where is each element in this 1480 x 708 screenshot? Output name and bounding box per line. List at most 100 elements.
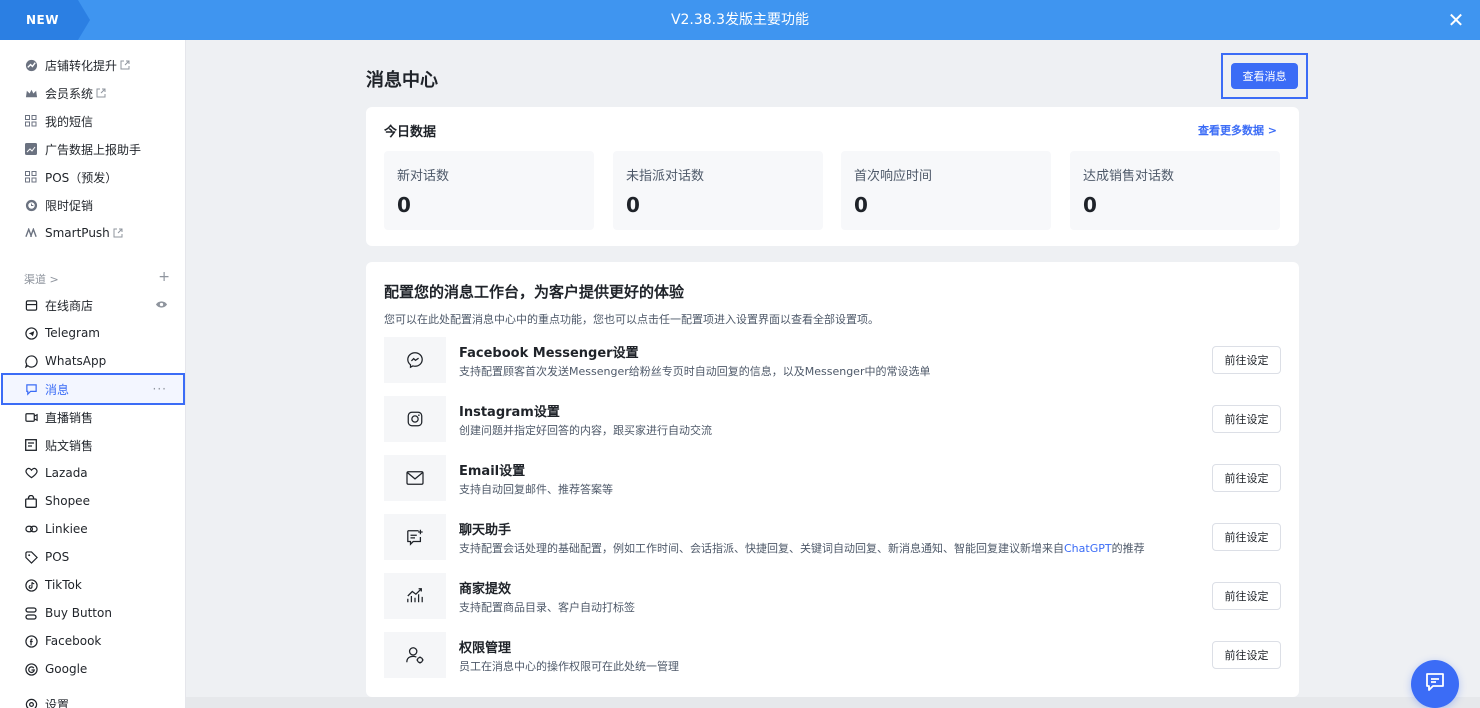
grid-icon — [24, 114, 38, 128]
sidebar-item-label: SmartPush — [45, 226, 110, 240]
sidebar-item-store-conversion[interactable]: 店铺转化提升 — [0, 51, 185, 79]
stat-new-conversations[interactable]: 新对话数 0 — [384, 151, 594, 230]
buy-button-icon — [24, 606, 38, 620]
config-item-desc: 支持配置商品目录、客户自动打标签 — [459, 601, 635, 614]
go-settings-button[interactable]: 前往设定 — [1212, 582, 1281, 610]
config-row-instagram: Instagram设置 创建问题并指定好回答的内容，跟买家进行自动交流 前往设定 — [384, 396, 1281, 442]
clock-icon — [24, 198, 38, 212]
sidebar-item-label: 广告数据上报助手 — [45, 142, 142, 157]
sidebar-item-messages[interactable]: 消息 ··· — [1, 373, 185, 405]
banner-title[interactable]: V2.38.3发版主要功能 — [0, 0, 1480, 40]
go-settings-button[interactable]: 前往设定 — [1212, 405, 1281, 433]
sidebar-item-facebook[interactable]: Facebook — [0, 627, 185, 655]
more-icon[interactable]: ··· — [153, 382, 167, 396]
config-row-messenger: Facebook Messenger设置 支持配置顾客首次发送Messenger… — [384, 337, 1281, 383]
view-more-data-link[interactable]: 查看更多数据 > — [1198, 122, 1277, 138]
tag-icon — [24, 550, 38, 564]
sidebar-item-settings[interactable]: 设置 — [0, 690, 185, 708]
sidebar-item-whatsapp[interactable]: WhatsApp — [0, 347, 185, 375]
config-row-permissions: 权限管理 员工在消息中心的操作权限可在此处统一管理 前往设定 — [384, 632, 1281, 678]
sidebar-item-membership[interactable]: 会员系统 — [0, 79, 185, 107]
post-icon — [24, 438, 38, 452]
whatsapp-icon — [24, 354, 38, 368]
config-item-name: Email设置 — [459, 464, 526, 479]
sidebar-item-pos-preview[interactable]: POS（预发） — [0, 163, 185, 191]
sidebar-item-ad-report[interactable]: 广告数据上报助手 — [0, 135, 185, 163]
release-banner: NEW V2.38.3发版主要功能 ✕ — [0, 0, 1480, 40]
stat-sales-conversations[interactable]: 达成销售对话数 0 — [1070, 151, 1280, 230]
stat-label: 首次响应时间 — [854, 169, 933, 184]
config-item-name: 聊天助手 — [459, 523, 512, 538]
tiktok-icon — [24, 578, 38, 592]
trend-icon — [24, 58, 38, 72]
sidebar-item-linkiee[interactable]: Linkiee — [0, 515, 185, 543]
email-icon — [384, 455, 446, 501]
sidebar-item-label: 贴文销售 — [45, 438, 94, 453]
chatgpt-link[interactable]: ChatGPT — [1064, 542, 1112, 555]
sidebar-item-label: 店铺转化提升 — [45, 58, 118, 73]
sidebar-item-label: Buy Button — [45, 606, 112, 620]
chart-icon — [384, 573, 446, 619]
go-settings-button[interactable]: 前往设定 — [1212, 346, 1281, 374]
facebook-icon — [24, 634, 38, 648]
page-title: 消息中心 — [366, 70, 438, 91]
channels-label[interactable]: 渠道 > — [24, 271, 59, 287]
sidebar-item-label: POS（预发） — [45, 170, 118, 185]
stat-first-response-time[interactable]: 首次响应时间 0 — [841, 151, 1051, 230]
sidebar-item-shopee[interactable]: Shopee — [0, 487, 185, 515]
sidebar-item-sms[interactable]: 我的短信 — [0, 107, 185, 135]
sidebar-item-smartpush[interactable]: SmartPush — [0, 219, 185, 247]
sidebar-item-post-sales[interactable]: 贴文销售 — [0, 431, 185, 459]
stat-label: 未指派对话数 — [626, 169, 705, 184]
config-item-name: 权限管理 — [459, 641, 512, 656]
sidebar-item-pos[interactable]: POS — [0, 543, 185, 571]
go-settings-button[interactable]: 前往设定 — [1212, 523, 1281, 551]
external-link-icon — [113, 228, 123, 238]
sidebar-item-label: Facebook — [45, 634, 102, 648]
bottom-shadow — [186, 697, 1480, 708]
sidebar-item-tiktok[interactable]: TikTok — [0, 571, 185, 599]
config-description: 您可以在此处配置消息中心中的重点功能，您也可以点击任一配置项进入设置界面以查看全… — [384, 313, 879, 326]
stat-label: 达成销售对话数 — [1083, 169, 1175, 184]
channels-section-header: 渠道 > + — [24, 270, 170, 287]
config-item-desc: 员工在消息中心的操作权限可在此处统一管理 — [459, 660, 679, 673]
sidebar-item-label: 在线商店 — [45, 298, 94, 313]
stat-value: 0 — [626, 193, 640, 217]
sidebar-item-google[interactable]: Google — [0, 655, 185, 683]
stat-label: 新对话数 — [397, 169, 450, 184]
go-settings-button[interactable]: 前往设定 — [1212, 641, 1281, 669]
sidebar-item-label: POS — [45, 550, 70, 564]
crown-icon — [24, 86, 38, 100]
config-item-desc-text: 支持配置会话处理的基础配置，例如工作时间、会话指派、快捷回复、关键词自动回复、新… — [459, 542, 1064, 555]
go-settings-button[interactable]: 前往设定 — [1212, 464, 1281, 492]
config-item-desc-tail: 的推荐 — [1111, 542, 1145, 555]
view-messages-highlight: 查看消息 — [1221, 53, 1308, 99]
add-channel-icon[interactable]: + — [158, 270, 170, 287]
sidebar-item-label: Google — [45, 662, 88, 676]
config-item-name: Facebook Messenger设置 — [459, 346, 639, 361]
sidebar-item-label: WhatsApp — [45, 354, 107, 368]
video-icon — [24, 410, 38, 424]
today-data-card: 今日数据 查看更多数据 > 新对话数 0 未指派对话数 0 首次响应时间 0 达… — [366, 107, 1299, 246]
stat-unassigned-conversations[interactable]: 未指派对话数 0 — [613, 151, 823, 230]
chat-support-button[interactable] — [1411, 660, 1459, 708]
sidebar-item-live-sales[interactable]: 直播销售 — [0, 403, 185, 431]
sidebar-item-online-store[interactable]: 在线商店 — [0, 291, 185, 319]
lazada-icon — [24, 466, 38, 480]
stat-value: 0 — [1083, 193, 1097, 217]
image-icon — [24, 142, 38, 156]
sidebar-item-label: 设置 — [45, 697, 70, 708]
eye-icon[interactable] — [155, 298, 168, 312]
sidebar-item-telegram[interactable]: Telegram — [0, 319, 185, 347]
shopee-icon — [24, 494, 38, 508]
sidebar-item-flash-sale[interactable]: 限时促销 — [0, 191, 185, 219]
config-item-name: Instagram设置 — [459, 405, 560, 420]
sidebar-item-lazada[interactable]: Lazada — [0, 459, 185, 487]
sidebar-item-label: 限时促销 — [45, 198, 94, 213]
view-messages-button[interactable]: 查看消息 — [1231, 63, 1298, 89]
sidebar-item-buy-button[interactable]: Buy Button — [0, 599, 185, 627]
external-link-icon — [120, 60, 130, 70]
smartpush-icon — [24, 226, 38, 240]
close-icon[interactable]: ✕ — [1446, 10, 1466, 30]
link-icon — [24, 522, 38, 536]
